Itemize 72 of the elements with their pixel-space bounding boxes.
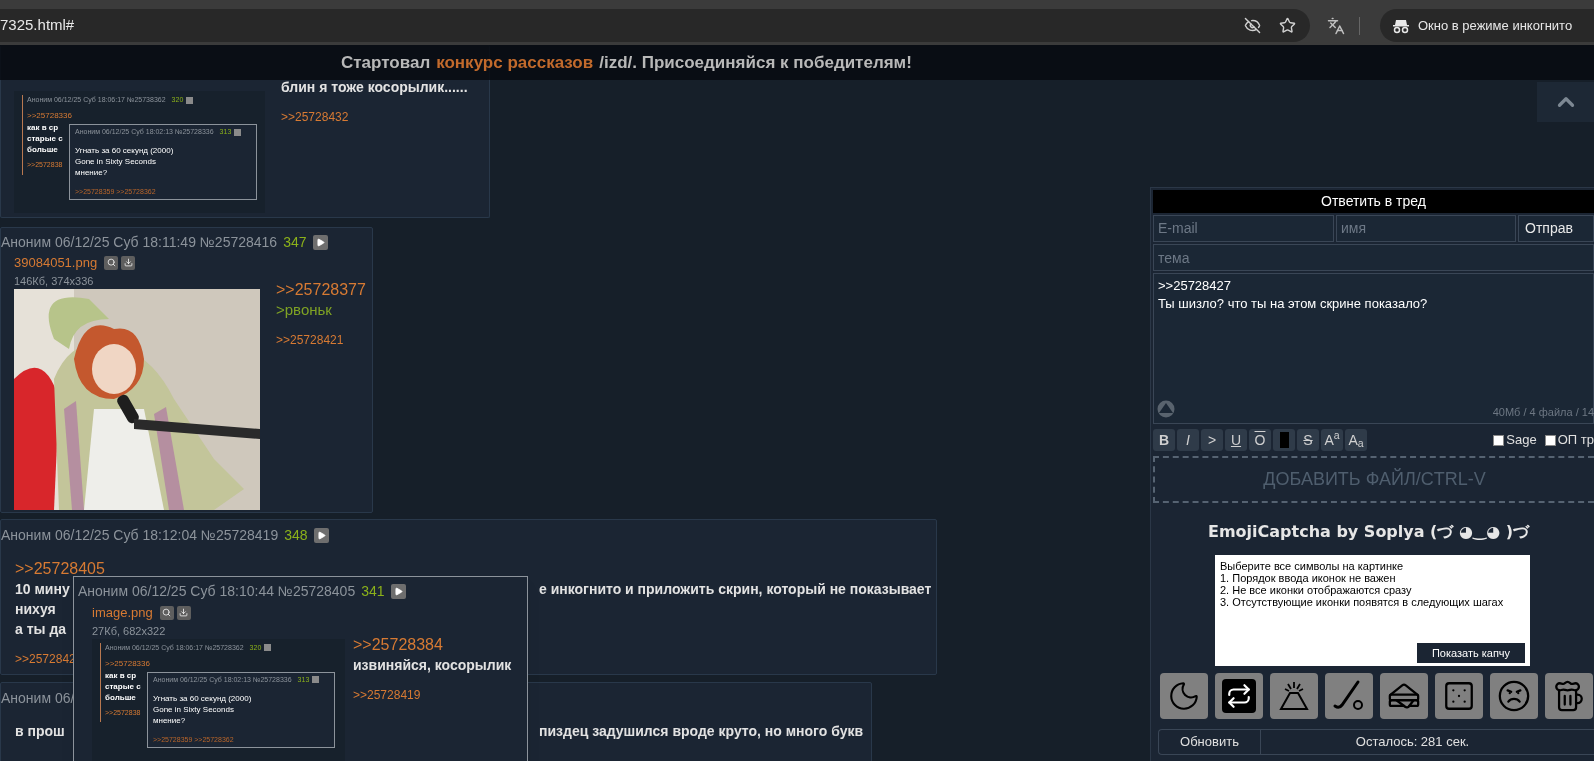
reply-link[interactable]: >>25728336 bbox=[27, 110, 265, 122]
reply-count: 348 bbox=[284, 526, 308, 544]
post-text: Угнать за 60 секунд (2000) bbox=[153, 692, 253, 704]
captcha-instruction: 3. Отсутствующие иконки появятся в следующих шагах bbox=[1220, 596, 1505, 608]
post-text: старые с bbox=[105, 680, 141, 692]
backlink[interactable]: >>25728432 bbox=[281, 109, 349, 125]
file-link[interactable]: 39084051.png bbox=[14, 253, 98, 273]
post-text: блин я тоже косорылик...... bbox=[281, 78, 468, 97]
post-header: Аноним 06/12/25 Суб 18:11:49 №25728416 bbox=[1, 233, 278, 251]
post-text: а ты да bbox=[15, 620, 67, 639]
reply-link[interactable]: >>25728384 bbox=[353, 634, 443, 655]
captcha-instruction: 1. Порядок ввода иконок не важен bbox=[1220, 572, 1397, 584]
post-text: мнение? bbox=[153, 714, 187, 726]
checkbox-label: ОП тр bbox=[1557, 431, 1594, 450]
subject-field[interactable]: тема bbox=[1153, 244, 1594, 271]
file-info: 27Кб, 682x322 bbox=[92, 623, 167, 639]
address-bar[interactable]: 7325.html# bbox=[0, 9, 1310, 42]
post-text: е инкогнито и приложить скрин, который не показывает bbox=[539, 580, 932, 599]
overline-button[interactable]: O bbox=[1249, 429, 1271, 451]
captcha-title: EmojiCaptcha by Soplya (づ ◕‿◕ )づ bbox=[1206, 521, 1531, 543]
url-text: 7325.html# bbox=[0, 15, 75, 36]
underline-button[interactable]: U bbox=[1225, 429, 1247, 451]
backlink[interactable]: >>25728421 bbox=[276, 332, 344, 348]
post-text: в прош bbox=[15, 722, 65, 741]
limits-text: 40Мб / 4 файла / 14 bbox=[1492, 404, 1594, 420]
post-text: нихуя bbox=[15, 600, 56, 619]
reply-count: 347 bbox=[283, 233, 307, 251]
post-text: больше bbox=[27, 144, 58, 155]
banner-link[interactable]: конкурс рассказов bbox=[436, 49, 594, 76]
show-captcha-button[interactable]: Показать капчу bbox=[1417, 643, 1525, 663]
form-title: Ответить в тред bbox=[1153, 190, 1594, 213]
file-info: 146Кб, 374x336 bbox=[14, 273, 95, 289]
post-text: как в ср bbox=[105, 669, 137, 681]
post-text: извиняйся, косорылик bbox=[353, 656, 512, 675]
captcha-timer: Осталось: 281 сек. bbox=[1354, 733, 1471, 752]
bold-button[interactable]: B bbox=[1153, 429, 1175, 451]
checkbox-label: Sage bbox=[1506, 431, 1537, 450]
post-text: 10 мину bbox=[15, 580, 70, 599]
email-field[interactable]: E-mail bbox=[1153, 215, 1334, 242]
captcha-instruction: 2. Не все иконки отображаются сразу bbox=[1220, 584, 1413, 596]
backlink[interactable]: >>2572842 bbox=[15, 651, 76, 667]
reply-link[interactable]: >>25728336 bbox=[105, 657, 345, 670]
reply-link[interactable]: >>25728377 bbox=[276, 279, 366, 300]
greentext: >рвоньк bbox=[276, 300, 332, 320]
incognito-badge[interactable]: Окно в режиме инкогнито bbox=[1380, 9, 1594, 42]
font-size-button[interactable]: A$_{a}$ bbox=[1345, 429, 1367, 451]
reply-count: 341 bbox=[361, 582, 385, 600]
post-text: мнение? bbox=[75, 167, 109, 178]
post-text: Gone in Sixty Seconds bbox=[75, 156, 157, 167]
post-header: Аноним 06/12/25 Суб 18:10:44 №25728405 bbox=[78, 582, 356, 600]
captcha-instruction: Выберите все символы на картинке bbox=[1220, 560, 1405, 572]
strike-button[interactable]: S bbox=[1297, 429, 1319, 451]
post-header: Аноним 06/12/25 Суб 18:12:04 №25728419 bbox=[1, 526, 279, 544]
name-field[interactable]: имя bbox=[1336, 215, 1516, 242]
reply-link[interactable]: >>25728405 bbox=[15, 558, 105, 579]
file-link[interactable]: image.png bbox=[92, 603, 153, 623]
post-header: Аноним 06/ bbox=[1, 689, 75, 707]
backlink[interactable]: >>25728419 bbox=[353, 687, 421, 703]
banner-text: /izd/. Присоединяйся к победителям! bbox=[599, 51, 912, 74]
post-text: Угнать за 60 секунд (2000) bbox=[75, 145, 175, 156]
submit-button[interactable]: Отправ bbox=[1518, 215, 1594, 242]
quote-button[interactable]: > bbox=[1201, 429, 1223, 451]
font-size-button[interactable]: A$^{a}$ bbox=[1321, 429, 1343, 451]
refresh-button[interactable]: Обновить bbox=[1159, 730, 1261, 754]
incognito-label: Окно в режиме инкогнито bbox=[1418, 16, 1573, 35]
italic-button[interactable]: I bbox=[1177, 429, 1199, 451]
post-text: старые с bbox=[27, 133, 63, 144]
banner-text: Стартовал bbox=[341, 51, 431, 74]
post-text: Gone in Sixty Seconds bbox=[153, 703, 235, 715]
post-text: больше bbox=[105, 691, 136, 703]
post-text: пиздец задушился вроде круто, но много букв bbox=[539, 722, 864, 741]
post-text: как в ср bbox=[27, 122, 59, 133]
